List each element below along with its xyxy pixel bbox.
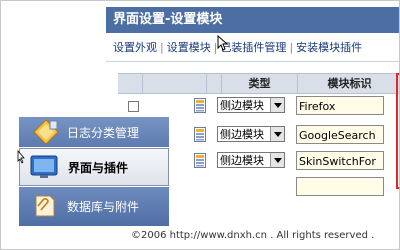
nav-item-label: 数据库与附件 bbox=[67, 200, 140, 214]
module-icon bbox=[194, 98, 206, 113]
column-header-module-id: 模块标识 bbox=[327, 77, 372, 90]
column-divider bbox=[206, 74, 207, 93]
module-id-field[interactable] bbox=[296, 177, 384, 196]
module-id-field[interactable]: Firefox bbox=[296, 96, 384, 115]
nav-item-category-manage[interactable]: 日志分类管理 bbox=[19, 117, 169, 148]
type-select-value: 侧边模块 bbox=[220, 154, 264, 167]
column-divider bbox=[142, 74, 143, 93]
module-id-field[interactable]: GoogleSearch bbox=[296, 125, 384, 144]
type-select[interactable]: 侧边模块 bbox=[217, 152, 285, 168]
diamond-icon bbox=[33, 119, 59, 145]
type-select[interactable]: 侧边模块 bbox=[217, 97, 285, 113]
module-id-field[interactable]: SkinSwitchFor bbox=[296, 151, 384, 170]
left-nav-menu: 日志分类管理 界面与插件 数据库与附件 bbox=[17, 117, 169, 226]
paperclip-icon bbox=[35, 195, 55, 217]
screenshot-frame: 界面设置-设置模块 设置外观 | 设置模块 | 已装插件管理 | 安装模块插件 类型 模块标… bbox=[0, 0, 400, 250]
pointer-icon bbox=[17, 150, 25, 164]
module-icon bbox=[194, 127, 206, 142]
tab-plugins[interactable]: 已装插件管理 bbox=[220, 41, 286, 54]
type-select-value: 侧边模块 bbox=[220, 128, 264, 141]
nav-item-ui-plugins[interactable]: 界面与插件 bbox=[19, 148, 169, 186]
chevron-down-icon[interactable] bbox=[270, 98, 284, 112]
nav-item-label: 日志分类管理 bbox=[67, 126, 140, 140]
table-header: 类型 模块标识 bbox=[118, 73, 399, 94]
chevron-down-icon[interactable] bbox=[270, 153, 284, 167]
tab-separator: | bbox=[289, 41, 294, 54]
type-select[interactable]: 侧边模块 bbox=[217, 126, 285, 142]
nav-item-label: 界面与插件 bbox=[68, 161, 129, 175]
mouse-cursor-icon bbox=[217, 35, 229, 51]
panel-title: 界面设置-设置模块 bbox=[106, 7, 399, 33]
chevron-down-icon[interactable] bbox=[270, 127, 284, 141]
nav-item-database-attachments[interactable]: 数据库与附件 bbox=[19, 187, 169, 226]
type-select-value: 侧边模块 bbox=[220, 99, 264, 112]
tab-appearance[interactable]: 设置外观 bbox=[113, 41, 157, 54]
module-icon bbox=[194, 153, 206, 168]
tab-separator: | bbox=[160, 41, 164, 54]
monitor-icon bbox=[30, 155, 58, 178]
column-header-type: 类型 bbox=[221, 74, 298, 93]
tab-modules[interactable]: 设置模块 bbox=[167, 41, 211, 54]
settings-tabs: 设置外观 | 设置模块 | 已装插件管理 | 安装模块插件 bbox=[106, 34, 399, 62]
tab-install[interactable]: 安装模块插件 bbox=[296, 41, 362, 54]
copyright-footer: ©2006 http://www.dnxh.cn . All rights re… bbox=[131, 230, 375, 241]
row-checkbox[interactable] bbox=[128, 101, 139, 112]
